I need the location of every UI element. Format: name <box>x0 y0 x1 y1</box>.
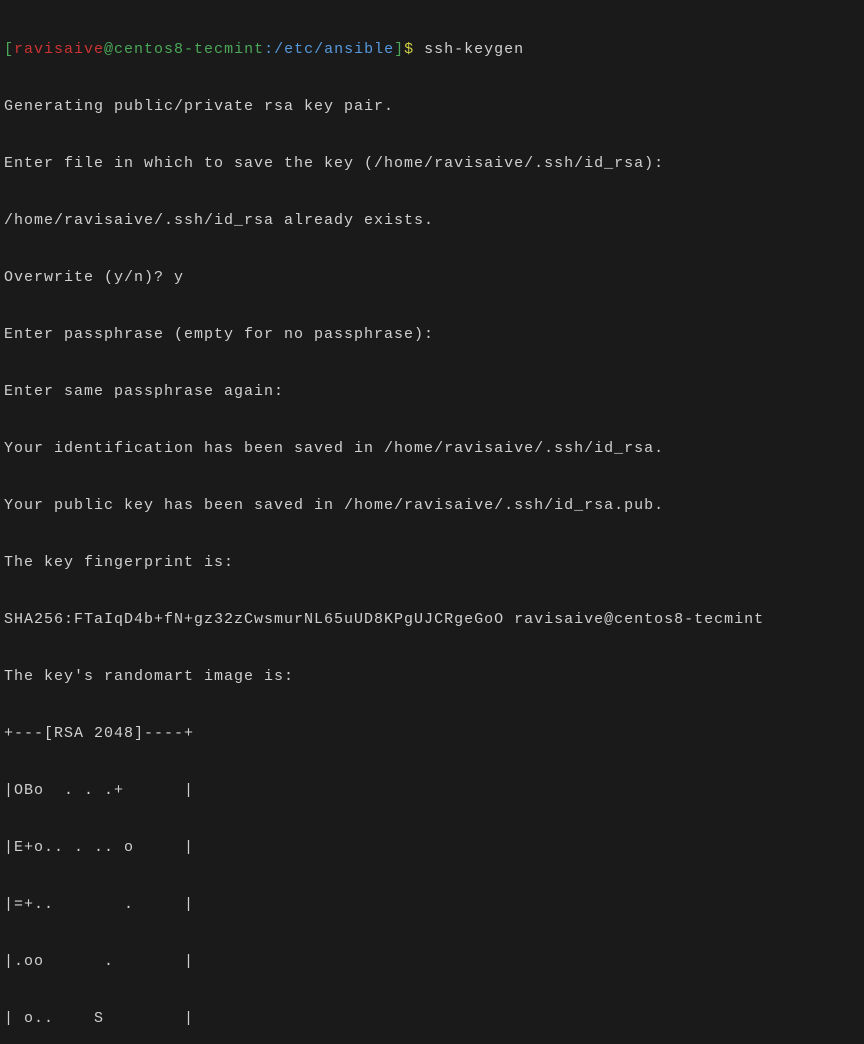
bracket-open: [ <box>4 41 14 58</box>
prompt-dollar: $ <box>404 41 414 58</box>
output-line: The key's randomart image is: <box>4 667 860 686</box>
output-line: |.oo . | <box>4 952 860 971</box>
prompt-line-1: [ravisaive@centos8-tecmint:/etc/ansible]… <box>4 40 860 59</box>
output-line: Your public key has been saved in /home/… <box>4 496 860 515</box>
output-line: Enter same passphrase again: <box>4 382 860 401</box>
output-line: |=+.. . | <box>4 895 860 914</box>
bracket-close: ] <box>394 41 404 58</box>
output-line: /home/ravisaive/.ssh/id_rsa already exis… <box>4 211 860 230</box>
terminal[interactable]: [ravisaive@centos8-tecmint:/etc/ansible]… <box>0 0 864 1044</box>
output-line: | o.. S | <box>4 1009 860 1028</box>
output-line: SHA256:FTaIqD4b+fN+gz32zCwsmurNL65uUD8KP… <box>4 610 860 629</box>
output-line: |OBo . . .+ | <box>4 781 860 800</box>
output-line: +---[RSA 2048]----+ <box>4 724 860 743</box>
command-text: ssh-keygen <box>414 41 524 58</box>
output-line: Enter file in which to save the key (/ho… <box>4 154 860 173</box>
output-line: Generating public/private rsa key pair. <box>4 97 860 116</box>
output-line: |E+o.. . .. o | <box>4 838 860 857</box>
prompt-path: /etc/ansible <box>274 41 394 58</box>
output-line: Your identification has been saved in /h… <box>4 439 860 458</box>
prompt-at: @ <box>104 41 114 58</box>
prompt-host: centos8-tecmint <box>114 41 264 58</box>
prompt-user: ravisaive <box>14 41 104 58</box>
output-line: The key fingerprint is: <box>4 553 860 572</box>
output-line: Enter passphrase (empty for no passphras… <box>4 325 860 344</box>
prompt-colon: : <box>264 41 274 58</box>
output-line: Overwrite (y/n)? y <box>4 268 860 287</box>
